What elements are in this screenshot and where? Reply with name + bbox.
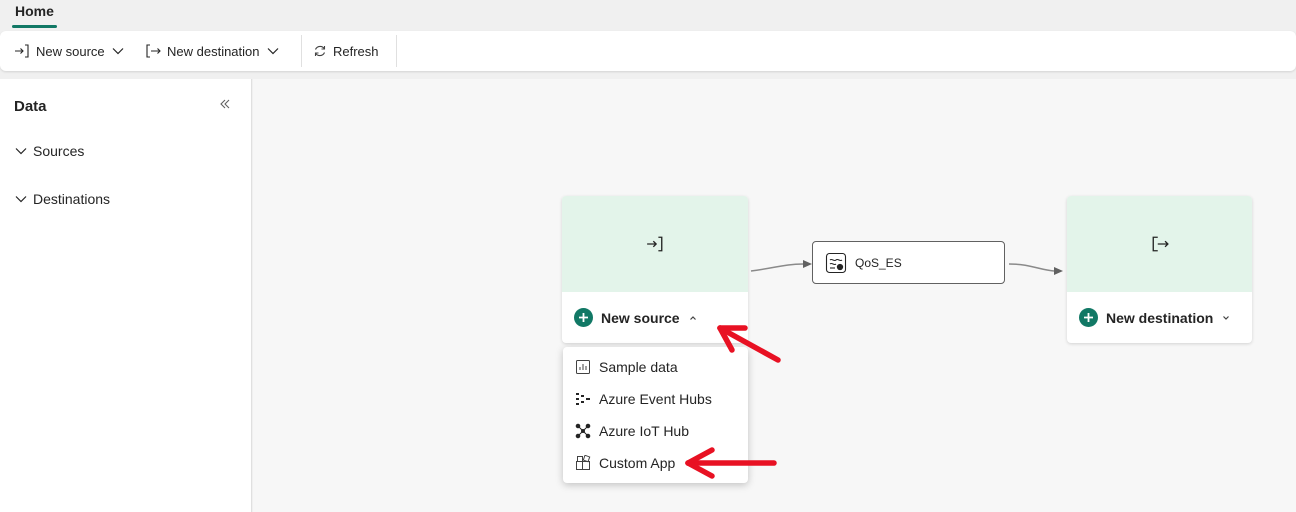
menu-item-label: Azure Event Hubs bbox=[599, 391, 712, 407]
menu-item-custom-app[interactable]: Custom App bbox=[563, 447, 748, 479]
sign-in-icon bbox=[647, 236, 663, 252]
sign-in-icon bbox=[15, 44, 29, 58]
sidebar-section-label: Destinations bbox=[33, 191, 111, 207]
tab-home-label: Home bbox=[15, 3, 54, 19]
menu-item-label: Sample data bbox=[599, 359, 678, 375]
new-source-node-button[interactable]: New source bbox=[562, 292, 748, 343]
sample-data-icon bbox=[576, 360, 590, 374]
sidebar-section-destinations[interactable]: Destinations bbox=[14, 189, 110, 209]
add-circle-icon bbox=[574, 308, 593, 327]
menu-item-label: Custom App bbox=[599, 455, 676, 471]
destination-node[interactable]: New destination bbox=[1067, 196, 1252, 343]
source-node-header[interactable] bbox=[562, 196, 748, 292]
sidebar-section-label: Sources bbox=[33, 143, 85, 159]
toolbar-divider bbox=[301, 35, 302, 67]
eventstream-node-label: QoS_ES bbox=[855, 255, 902, 270]
menu-item-azure-iot-hub[interactable]: Azure IoT Hub bbox=[563, 415, 748, 447]
new-source-node-label: New source bbox=[601, 309, 680, 326]
sidebar-title: Data bbox=[14, 98, 47, 115]
toolbar-divider bbox=[396, 35, 397, 67]
source-type-menu: Sample data Azure Event Hubs Azure IoT H… bbox=[563, 347, 748, 483]
sign-out-icon bbox=[146, 44, 161, 58]
refresh-icon bbox=[314, 45, 326, 57]
menu-item-azure-event-hubs[interactable]: Azure Event Hubs bbox=[563, 383, 748, 415]
chevron-down-icon bbox=[112, 48, 124, 55]
refresh-button[interactable]: Refresh bbox=[313, 39, 379, 63]
new-destination-node-button[interactable]: New destination bbox=[1067, 292, 1252, 343]
source-node[interactable]: New source bbox=[562, 196, 748, 343]
chevron-down-icon bbox=[1223, 315, 1230, 320]
toolbar: New source New destination Refresh bbox=[0, 31, 1296, 71]
eventstream-node[interactable]: QoS_ES bbox=[812, 241, 1005, 284]
refresh-label: Refresh bbox=[333, 43, 379, 59]
new-destination-button[interactable]: New destination bbox=[145, 39, 280, 63]
tab-home[interactable]: Home bbox=[12, 3, 57, 28]
sidebar-section-sources[interactable]: Sources bbox=[14, 141, 84, 161]
tab-active-indicator bbox=[12, 25, 57, 28]
chevron-down-icon bbox=[15, 148, 27, 155]
menu-item-sample-data[interactable]: Sample data bbox=[563, 351, 748, 383]
add-circle-icon bbox=[1079, 308, 1098, 327]
new-destination-label: New destination bbox=[167, 43, 260, 59]
new-source-label: New source bbox=[36, 43, 105, 59]
eventstream-icon bbox=[825, 252, 847, 273]
menu-item-label: Azure IoT Hub bbox=[599, 423, 690, 439]
new-destination-node-label: New destination bbox=[1106, 309, 1214, 326]
iot-hub-icon bbox=[575, 423, 591, 439]
chevron-down-icon bbox=[15, 196, 27, 203]
chevron-down-icon bbox=[267, 48, 278, 55]
chevron-up-icon bbox=[689, 315, 696, 320]
collapse-pane-icon[interactable] bbox=[218, 97, 234, 113]
tab-strip: Home bbox=[0, 0, 1296, 31]
destination-node-header[interactable] bbox=[1067, 196, 1252, 292]
sign-out-icon bbox=[1152, 236, 1169, 252]
custom-app-icon bbox=[576, 455, 591, 470]
event-hubs-icon bbox=[576, 393, 590, 405]
new-source-button[interactable]: New source bbox=[14, 39, 125, 63]
data-sidebar: Data Sources Destinations bbox=[0, 79, 252, 512]
